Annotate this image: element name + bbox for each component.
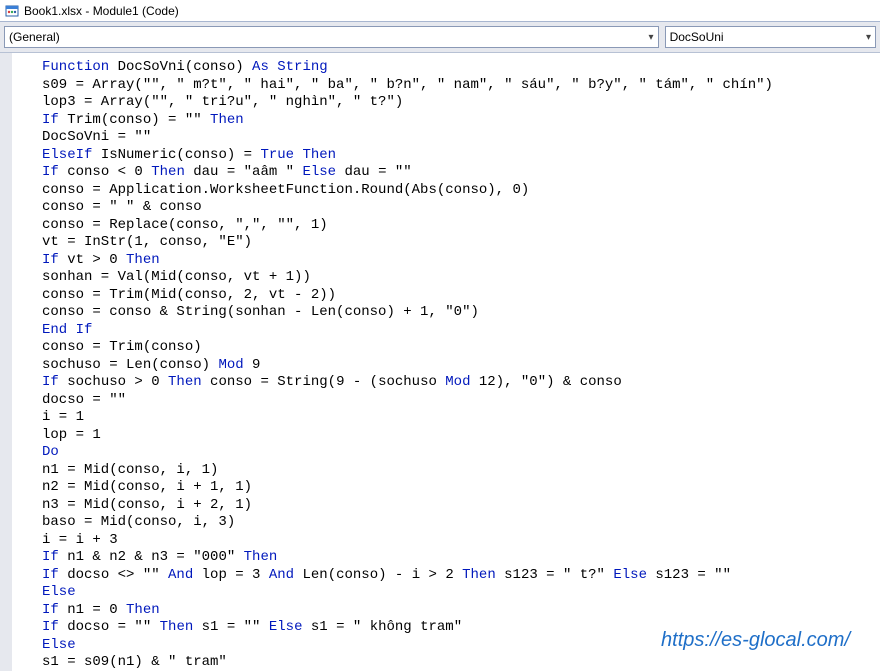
code-line: If Trim(conso) = "" Then: [42, 112, 872, 130]
code-line: If n1 = 0 Then: [42, 602, 872, 620]
code-line: sochuso = Len(conso) Mod 9: [42, 357, 872, 375]
code-line: s1 = s09(n1) & " tram": [42, 654, 872, 671]
code-line: lop3 = Array("", " tri?u", " nghìn", " t…: [42, 94, 872, 112]
code-line: conso = Trim(conso): [42, 339, 872, 357]
chevron-down-icon: ▾: [866, 32, 871, 43]
code-line: lop = 1: [42, 427, 872, 445]
module-icon: [4, 3, 20, 19]
procedure-dropdown-label: DocSoUni: [670, 30, 724, 44]
code-line: ElseIf IsNumeric(conso) = True Then: [42, 147, 872, 165]
code-editor[interactable]: Function DocSoVni(conso) As Strings09 = …: [0, 53, 880, 671]
code-line: Else: [42, 637, 872, 655]
code-line: baso = Mid(conso, i, 3): [42, 514, 872, 532]
code-line: If docso = "" Then s1 = "" Else s1 = " k…: [42, 619, 872, 637]
code-line: DocSoVni = "": [42, 129, 872, 147]
code-line: conso = Application.WorksheetFunction.Ro…: [42, 182, 872, 200]
code-line: If sochuso > 0 Then conso = String(9 - (…: [42, 374, 872, 392]
code-line: conso = Trim(Mid(conso, 2, vt - 2)): [42, 287, 872, 305]
chevron-down-icon: ▾: [649, 32, 654, 43]
title-bar: Book1.xlsx - Module1 (Code): [0, 0, 880, 22]
code-line: Function DocSoVni(conso) As String: [42, 59, 872, 77]
object-dropdown-label: (General): [9, 30, 60, 44]
code-line: Else: [42, 584, 872, 602]
object-proc-row: (General) ▾ DocSoUni ▾: [0, 22, 880, 53]
code-line: n3 = Mid(conso, i + 2, 1): [42, 497, 872, 515]
code-line: Do: [42, 444, 872, 462]
object-dropdown[interactable]: (General) ▾: [4, 26, 659, 48]
procedure-dropdown[interactable]: DocSoUni ▾: [665, 26, 876, 48]
code-line: vt = InStr(1, conso, "E"): [42, 234, 872, 252]
code-line: n1 = Mid(conso, i, 1): [42, 462, 872, 480]
code-line: docso = "": [42, 392, 872, 410]
code-line: s09 = Array("", " m?t", " hai", " ba", "…: [42, 77, 872, 95]
code-line: conso = conso & String(sonhan - Len(cons…: [42, 304, 872, 322]
code-line: n2 = Mid(conso, i + 1, 1): [42, 479, 872, 497]
code-line: If n1 & n2 & n3 = "000" Then: [42, 549, 872, 567]
code-line: If vt > 0 Then: [42, 252, 872, 270]
code-line: conso = Replace(conso, ",", "", 1): [42, 217, 872, 235]
code-line: i = i + 3: [42, 532, 872, 550]
code-line: End If: [42, 322, 872, 340]
code-line: i = 1: [42, 409, 872, 427]
code-line: conso = " " & conso: [42, 199, 872, 217]
window-title: Book1.xlsx - Module1 (Code): [24, 4, 179, 18]
code-line: If conso < 0 Then dau = "aâm " Else dau …: [42, 164, 872, 182]
code-line: If docso <> "" And lop = 3 And Len(conso…: [42, 567, 872, 585]
code-line: sonhan = Val(Mid(conso, vt + 1)): [42, 269, 872, 287]
